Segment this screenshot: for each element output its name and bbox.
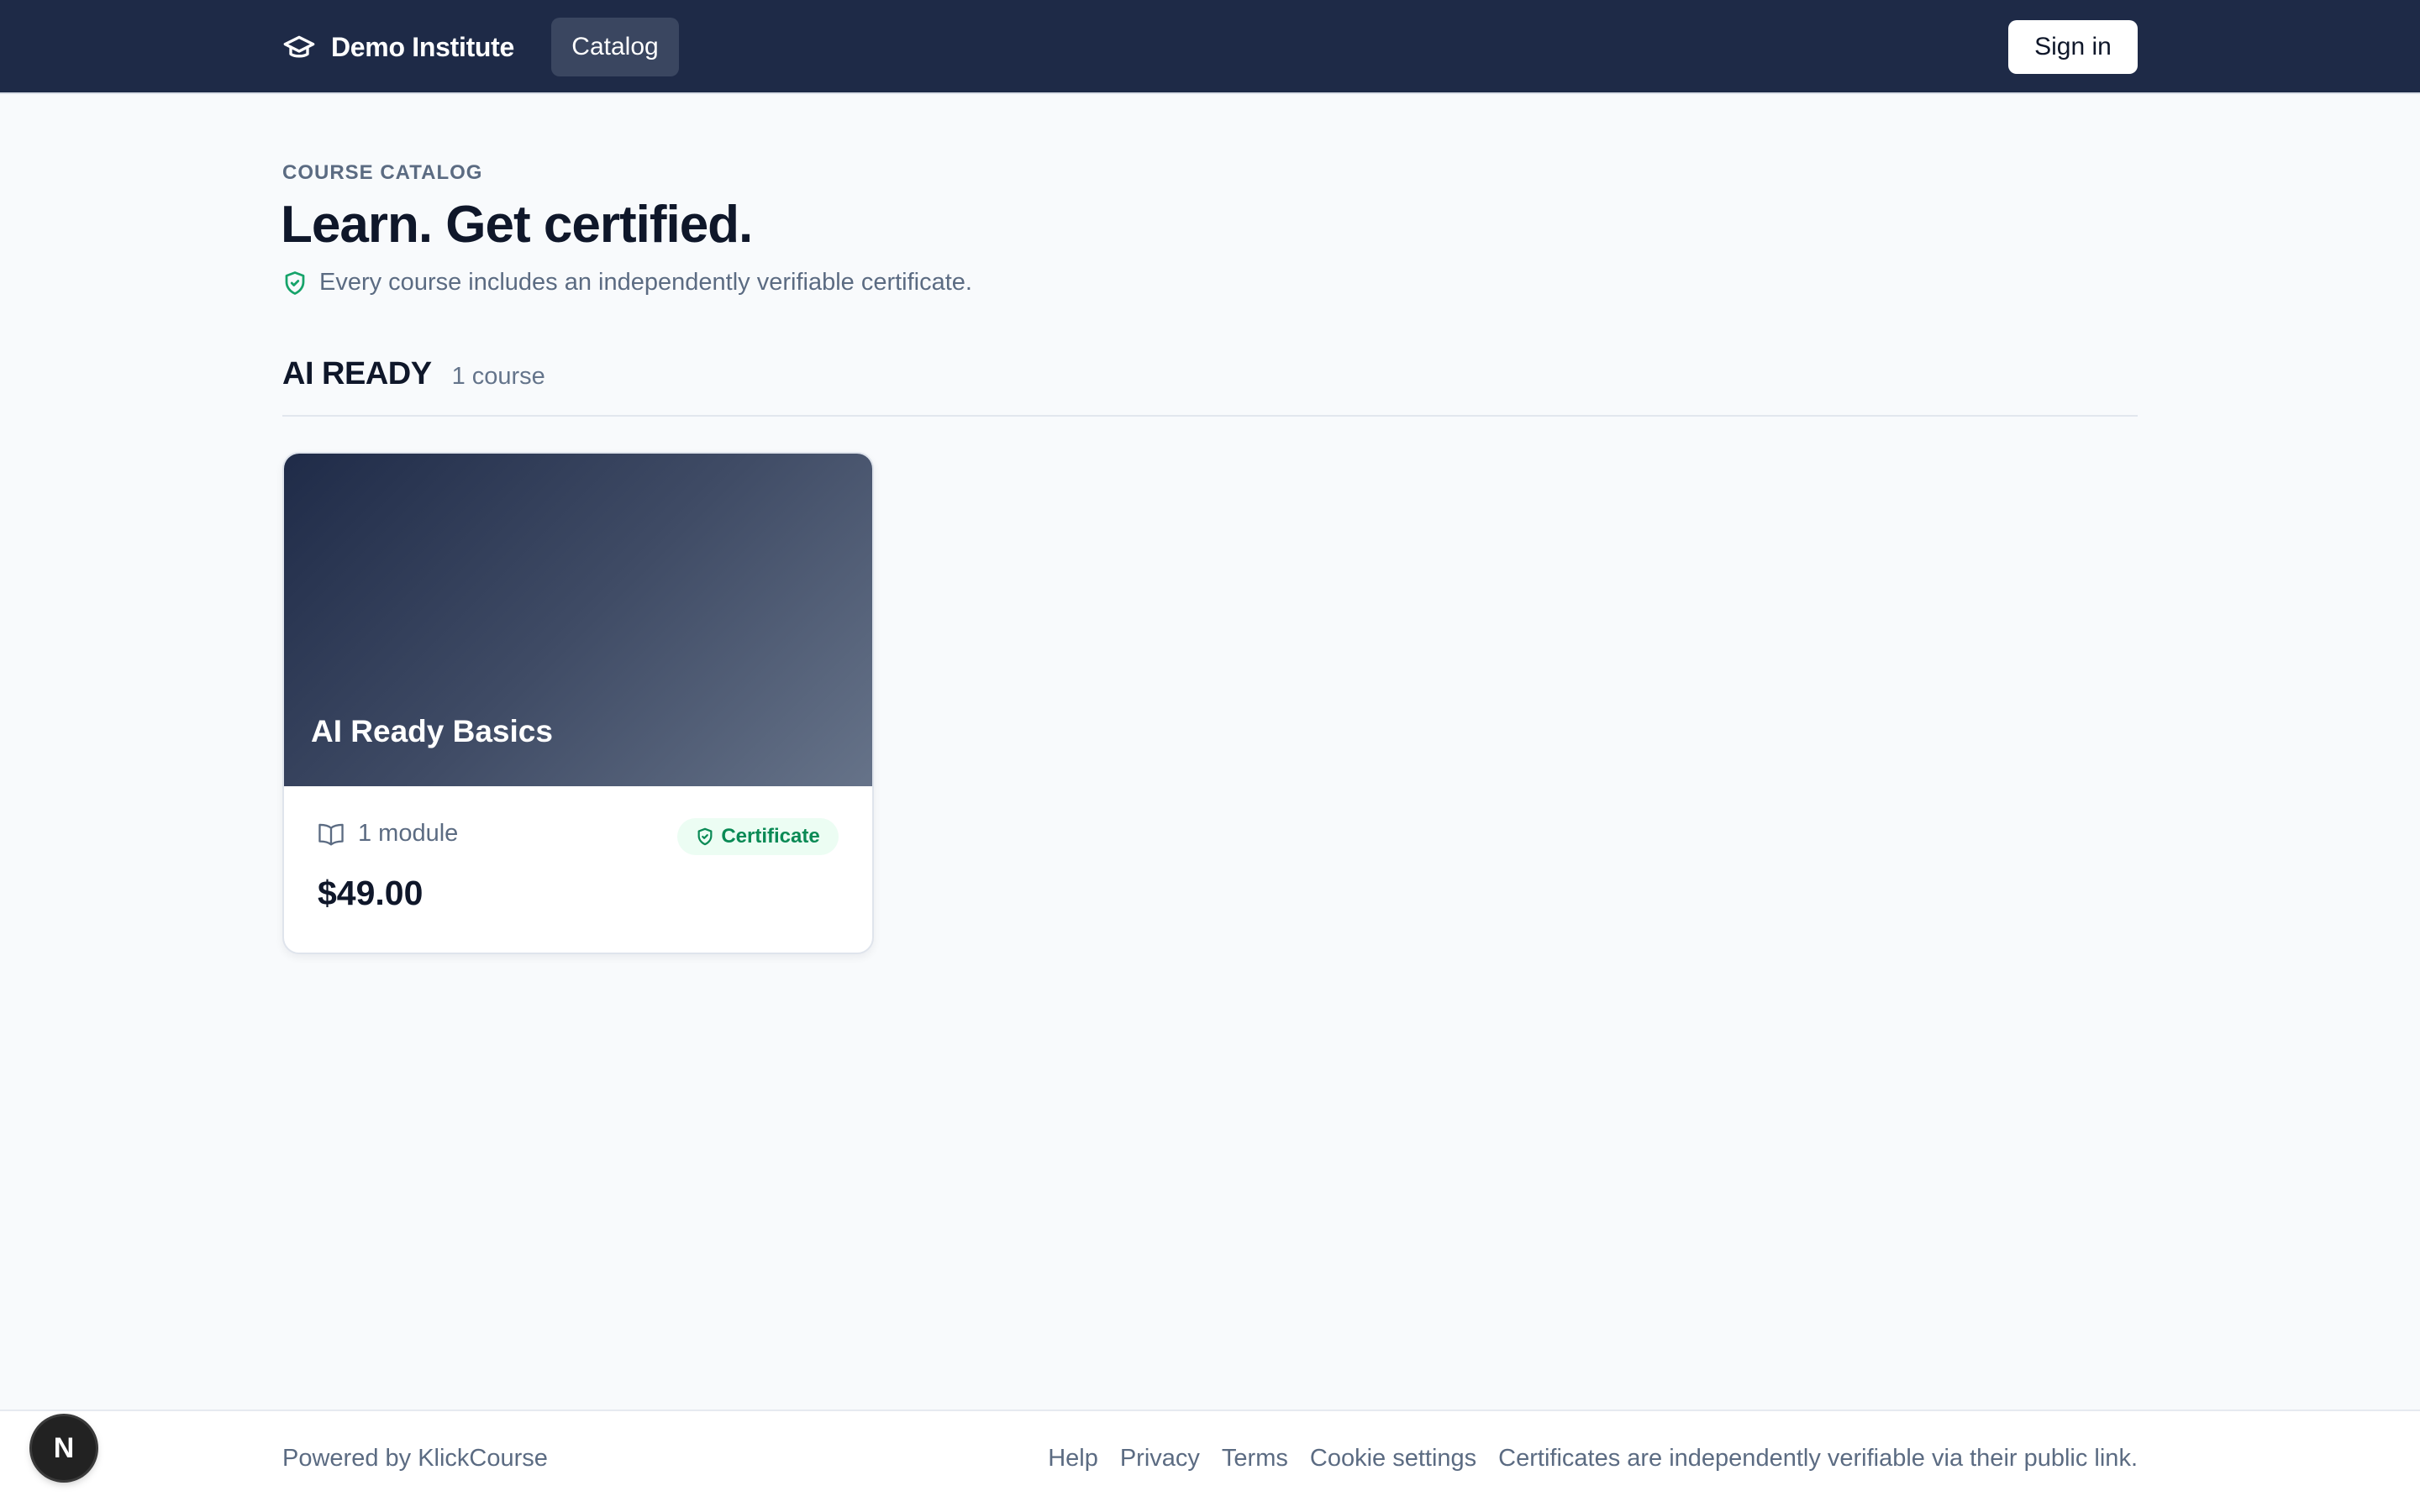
powered-by-text: Powered by KlickCourse [282, 1445, 548, 1472]
footer-links: Help Privacy Terms Cookie settings Certi… [1048, 1445, 2138, 1473]
footer-link-help[interactable]: Help [1048, 1445, 1098, 1473]
shield-check-icon [285, 270, 305, 295]
page: Demo Institute Catalog Sign in COURSE CA… [0, 0, 2420, 1512]
course-modules-text: 1 module [358, 820, 459, 847]
course-modules: 1 module [318, 820, 458, 848]
course-price: $49.00 [318, 874, 424, 912]
book-open-icon [318, 823, 344, 845]
footer-link-terms[interactable]: Terms [1222, 1445, 1288, 1473]
brand-name: Demo Institute [331, 31, 515, 62]
certificate-badge-text: Certificate [721, 825, 820, 848]
hero-subtitle: Every course includes an independently v… [282, 269, 972, 297]
footer-link-cookie-settings[interactable]: Cookie settings [1310, 1445, 1476, 1473]
footer-certificates-note: Certificates are independently verifiabl… [1498, 1445, 2138, 1472]
course-card[interactable]: AI Ready Basics 1 module Certificate $49… [282, 452, 874, 954]
section-title: AI READY [282, 356, 432, 391]
course-title: AI Ready Basics [311, 714, 553, 748]
footer: Powered by KlickCourse Help Privacy Term… [0, 1410, 2420, 1512]
course-cover: AI Ready Basics [284, 454, 872, 786]
top-nav-bar: Demo Institute Catalog Sign in [0, 0, 2420, 94]
shield-check-icon [697, 827, 713, 846]
brand-link[interactable]: Demo Institute [282, 0, 514, 94]
certificate-badge: Certificate [677, 818, 839, 855]
section-header: AI READY 1 course [282, 356, 2138, 417]
nextjs-dev-badge[interactable]: N [32, 1416, 96, 1480]
sign-in-button[interactable]: Sign in [2008, 20, 2138, 74]
graduation-cap-icon [283, 35, 315, 58]
section-course-count: 1 course [451, 363, 545, 390]
nav-catalog-link[interactable]: Catalog [551, 18, 679, 76]
page-title: Learn. Get certified. [281, 196, 753, 254]
eyebrow-label: COURSE CATALOG [282, 161, 483, 184]
hero-subtitle-text: Every course includes an independently v… [319, 269, 972, 296]
footer-link-privacy[interactable]: Privacy [1120, 1445, 1200, 1473]
